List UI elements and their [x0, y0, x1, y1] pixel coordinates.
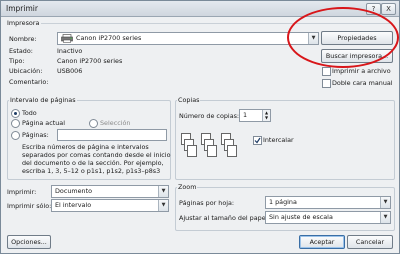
printer-name-value: Canon iP2700 series: [76, 34, 142, 42]
scale-value: Sin ajuste de escala: [269, 213, 333, 221]
status-label: Estado:: [9, 47, 33, 55]
print-only-value: El intervalo: [55, 201, 92, 209]
cancel-button-label: Cancelar: [355, 238, 385, 246]
pages-per-sheet-label: Páginas por hoja:: [179, 199, 235, 207]
status-value: Inactivo: [57, 47, 83, 55]
print-to-file-checkbox[interactable]: [322, 67, 331, 76]
printer-name-select[interactable]: Canon iP2700 series ▼: [57, 32, 319, 45]
collate-label: Intercalar: [263, 136, 294, 144]
manual-duplex-label: Doble cara manual: [332, 79, 393, 87]
zoom-group: [175, 187, 395, 231]
cancel-button[interactable]: Cancelar: [347, 235, 393, 249]
print-to-file-label: Imprimir a archivo: [332, 67, 391, 75]
ok-button[interactable]: Aceptar: [299, 235, 345, 249]
zoom-title: Zoom: [177, 183, 198, 191]
range-hint-line-2: separados por comas contando desde el in…: [22, 151, 171, 159]
type-label: Tipo:: [9, 57, 25, 65]
range-pages-radio[interactable]: [11, 131, 20, 140]
range-hint-line-1: Escriba números de página e intervalos: [22, 143, 149, 151]
range-hint-line-4: escriba 1, 3, 5–12 o p1s1, p1s2, p1s3–p8…: [22, 167, 161, 175]
scale-label: Ajustar al tamaño del papel:: [179, 214, 270, 222]
annotation-red-ellipse: [287, 7, 399, 68]
range-all-radio[interactable]: [11, 109, 20, 118]
close-button[interactable]: X: [381, 3, 396, 15]
print-dialog: Imprimir ? X Impresora Nombre: Canon iP2…: [0, 0, 400, 254]
copies-spinner[interactable]: ▲ ▼: [262, 110, 270, 121]
print-only-label: Imprimir sólo:: [7, 202, 52, 210]
type-value: Canon iP2700 series: [57, 57, 123, 65]
print-what-value: Documento: [55, 187, 93, 195]
ok-button-label: Aceptar: [309, 238, 335, 246]
copies-title: Copias: [177, 96, 201, 104]
printer-name-label: Nombre:: [9, 35, 37, 43]
comment-label: Comentario:: [9, 78, 49, 86]
options-button-label: Opciones...: [11, 238, 47, 246]
checkmark-icon: [254, 137, 261, 144]
page-icon: [227, 145, 237, 157]
chevron-down-icon[interactable]: ▼: [158, 200, 168, 211]
location-label: Ubicación:: [9, 67, 43, 75]
chevron-down-icon[interactable]: ▼: [158, 186, 168, 197]
scale-select[interactable]: Sin ajuste de escala ▼: [265, 211, 391, 224]
chevron-down-icon[interactable]: ▼: [380, 197, 390, 208]
copies-count-label: Número de copias:: [179, 112, 240, 120]
copies-count-input[interactable]: 1 ▲ ▼: [239, 109, 271, 122]
printer-icon: [61, 34, 73, 43]
pages-per-sheet-select[interactable]: 1 página ▼: [265, 196, 391, 209]
page-icon: [207, 145, 217, 157]
range-current-label: Página actual: [22, 119, 65, 127]
range-pages-label: Páginas:: [22, 131, 49, 139]
pages-per-sheet-value: 1 página: [269, 198, 297, 206]
print-only-select[interactable]: El intervalo ▼: [51, 199, 169, 212]
range-all-label: Todo: [22, 109, 37, 117]
printer-section-title: Impresora: [7, 19, 40, 27]
window-title: Imprimir: [6, 4, 38, 13]
page-range-title: Intervalo de páginas: [9, 96, 77, 104]
range-hint-line-3: del documento o de la sección. Por ejemp…: [22, 159, 164, 167]
print-what-label: Imprimir:: [7, 188, 37, 196]
pages-input[interactable]: [57, 129, 167, 141]
location-value: USB006: [57, 67, 83, 75]
range-current-radio[interactable]: [11, 119, 20, 128]
collate-checkbox[interactable]: [253, 136, 262, 145]
copies-count-value: 1: [243, 111, 248, 119]
range-selection-radio[interactable]: [89, 119, 98, 128]
range-selection-label: Selección: [100, 119, 131, 127]
options-button[interactable]: Opciones...: [7, 235, 51, 249]
page-icon: [187, 145, 197, 157]
manual-duplex-checkbox[interactable]: [322, 79, 331, 88]
chevron-down-icon[interactable]: ▼: [380, 212, 390, 223]
print-what-select[interactable]: Documento ▼: [51, 185, 169, 198]
